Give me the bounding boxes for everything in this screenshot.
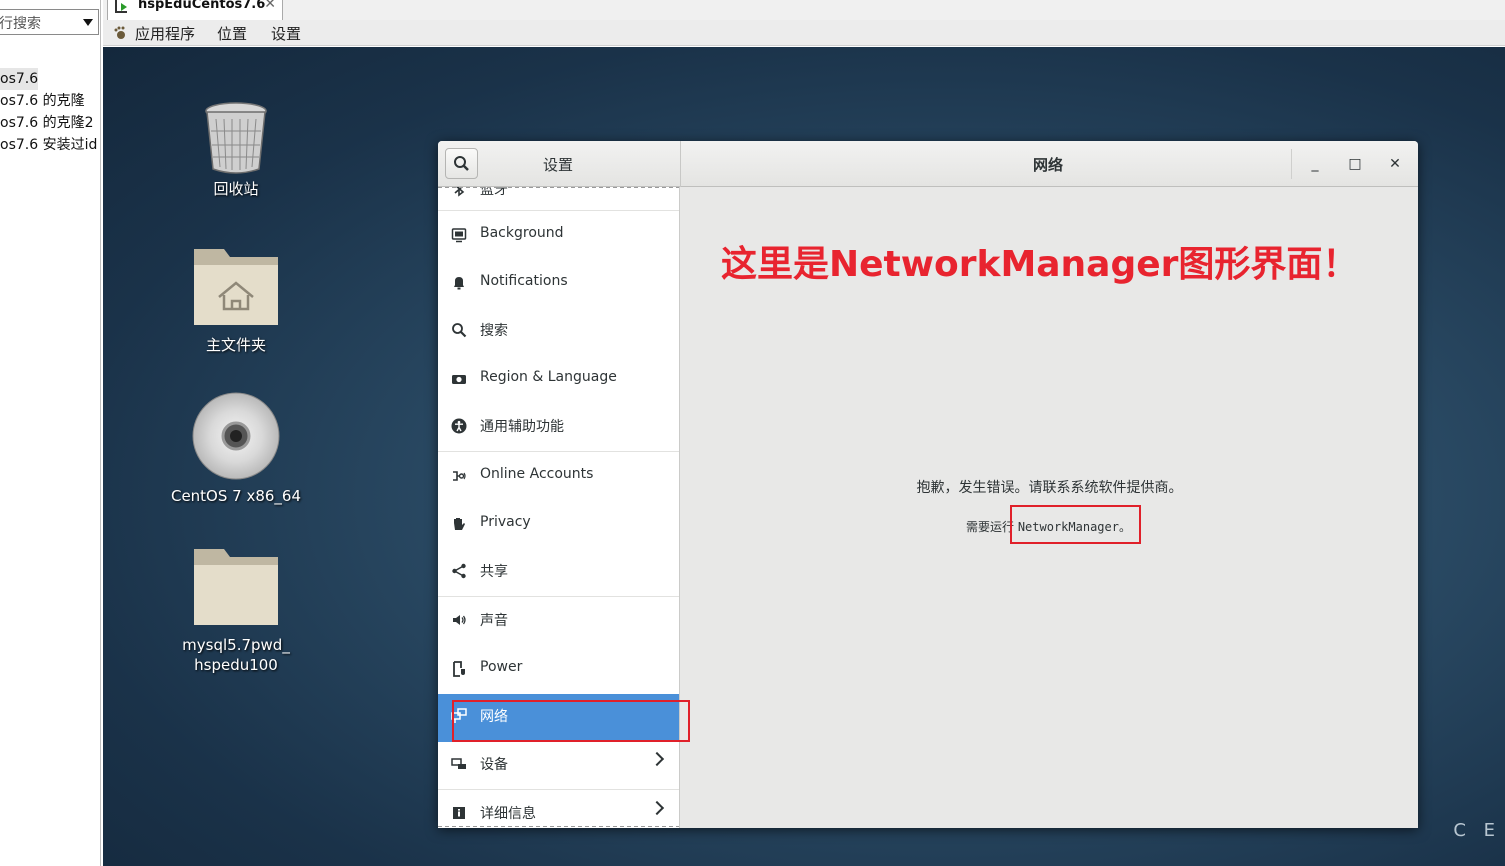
hand-icon [454, 518, 465, 530]
controls-divider [1291, 149, 1292, 179]
cd-icon [192, 392, 280, 480]
header-bar: 设置 网络 _ □ ✕ [438, 141, 1418, 187]
share-icon [452, 563, 466, 579]
vm-tab-label: hspEduCentos7.6 [138, 0, 266, 12]
camera-icon [452, 375, 466, 384]
close-button[interactable]: ✕ [1382, 152, 1408, 176]
minimize-button[interactable]: _ [1302, 152, 1328, 176]
sidebar-item-accessibility[interactable]: 通用辅助功能 [438, 404, 679, 448]
sidebar-item-online-accounts[interactable]: Online Accounts [438, 454, 679, 498]
sidebar-item-label: 详细信息 [480, 806, 536, 822]
menu-applications[interactable]: 应用程序 [135, 23, 195, 44]
sidebar-item-label: Online Accounts [480, 466, 594, 482]
mysql-folder-desktop-icon[interactable]: mysql5.7pwd_ hspedu100 [166, 543, 306, 675]
sidebar-item-sound[interactable]: 声音 [438, 598, 679, 642]
sidebar-item-privacy[interactable]: Privacy [438, 502, 679, 546]
sidebar-item-label: 共享 [480, 564, 508, 580]
vm-tab-bar: hspEduCentos7.6 ✕ [103, 0, 1505, 20]
desktop-icon-label: 回收站 [213, 180, 259, 198]
sidebar-item-label: Region & Language [480, 369, 617, 385]
menu-settings[interactable]: 设置 [271, 23, 301, 44]
sidebar-item-devices[interactable]: 设备 [438, 742, 679, 786]
sidebar-divider [438, 210, 679, 211]
vm-list-item[interactable]: os7.6 安装过id [0, 134, 97, 156]
background-icon [451, 228, 467, 243]
menu-places[interactable]: 位置 [217, 23, 247, 44]
online-accounts-icon [453, 471, 466, 481]
sidebar-item-label: 蓝牙 [480, 187, 508, 198]
sidebar-item-power[interactable]: Power [438, 647, 679, 691]
sidebar-item-label: Privacy [480, 514, 531, 530]
sidebar-item-label: Notifications [480, 273, 568, 289]
gnome-foot-icon [114, 26, 125, 39]
desktop-icon-label: CentOS 7 x86_64 [170, 487, 302, 505]
sidebar-item-notifications[interactable]: Notifications [438, 261, 679, 305]
vm-running-icon [115, 0, 127, 13]
power-icon [453, 661, 465, 677]
sidebar-item-label: Power [480, 659, 523, 675]
vm-list-item[interactable]: os7.6 [0, 68, 39, 90]
accessibility-icon [451, 418, 467, 434]
sidebar-divider [438, 451, 679, 452]
sidebar-item-background[interactable]: Background [438, 213, 679, 257]
dropdown-arrow-icon[interactable] [83, 19, 93, 26]
home-folder-desktop-icon[interactable]: 主文件夹 [166, 243, 306, 355]
search-button[interactable] [445, 148, 478, 179]
library-search-text: 行搜索 [0, 16, 41, 32]
trash-icon [205, 102, 267, 174]
folder-icon [194, 549, 278, 625]
cdrom-desktop-icon[interactable]: CentOS 7 x86_64 [166, 390, 306, 506]
sidebar-item-details[interactable]: 详细信息 [438, 791, 679, 828]
search-icon [452, 323, 467, 338]
desktop-icon-label: hspedu100 [194, 656, 278, 674]
header-divider [680, 141, 681, 187]
sidebar-item-sharing[interactable]: 共享 [438, 549, 679, 593]
sidebar-item-label: 搜索 [480, 323, 508, 339]
vm-library-panel: 行搜索 os7.6 os7.6 的克隆 os7.6 的克隆2 os7.6 安装过… [0, 0, 101, 866]
sidebar-item-search[interactable]: 搜索 [438, 308, 679, 352]
vm-list-item[interactable]: os7.6 的克隆2 [0, 112, 93, 134]
vm-tab[interactable]: hspEduCentos7.6 ✕ [107, 0, 283, 20]
maximize-button[interactable]: □ [1342, 152, 1368, 176]
scroll-edge [438, 187, 679, 188]
scroll-edge [438, 826, 679, 827]
page-title: 网络 [1032, 156, 1063, 174]
devices-icon [451, 758, 466, 769]
chevron-right-icon [649, 751, 665, 767]
sidebar-item-region-language[interactable]: Region & Language [438, 357, 679, 401]
annotation-box-networkmanager [1010, 505, 1141, 544]
info-icon [453, 807, 465, 819]
error-message: 抱歉，发生错误。请联系系统软件提供商。 [916, 480, 1183, 496]
bluetooth-icon [454, 187, 465, 197]
annotation-box-network-item [452, 700, 690, 742]
trash-desktop-icon[interactable]: 回收站 [166, 99, 306, 199]
desktop-icon-label: mysql5.7pwd_ [182, 636, 290, 654]
sidebar-divider [438, 596, 679, 597]
sidebar-item-label: 设备 [480, 757, 508, 773]
bell-icon [454, 277, 464, 290]
library-search-box[interactable]: 行搜索 [0, 9, 99, 35]
sidebar-item-label: 声音 [480, 613, 508, 629]
sidebar-item-label: 通用辅助功能 [480, 419, 564, 435]
desktop-icon-label: 主文件夹 [205, 336, 266, 354]
vm-list-item[interactable]: os7.6 的克隆 [0, 90, 85, 112]
sidebar-item-label: Background [480, 225, 564, 241]
sidebar-item-bluetooth[interactable]: 蓝牙 [438, 187, 679, 211]
sidebar-divider [438, 789, 679, 790]
annotation-text: 这里是NetworkManager图形界面！ [721, 244, 1359, 285]
search-icon [454, 156, 469, 171]
desktop-watermark: C E [1453, 820, 1501, 841]
tab-close-icon[interactable]: ✕ [264, 0, 276, 12]
home-folder-icon [194, 249, 278, 325]
speaker-icon [453, 615, 466, 625]
chevron-right-icon [649, 800, 665, 816]
sidebar-title: 设置 [542, 156, 573, 174]
gnome-top-menu: 应用程序 位置 设置 [103, 20, 1505, 46]
